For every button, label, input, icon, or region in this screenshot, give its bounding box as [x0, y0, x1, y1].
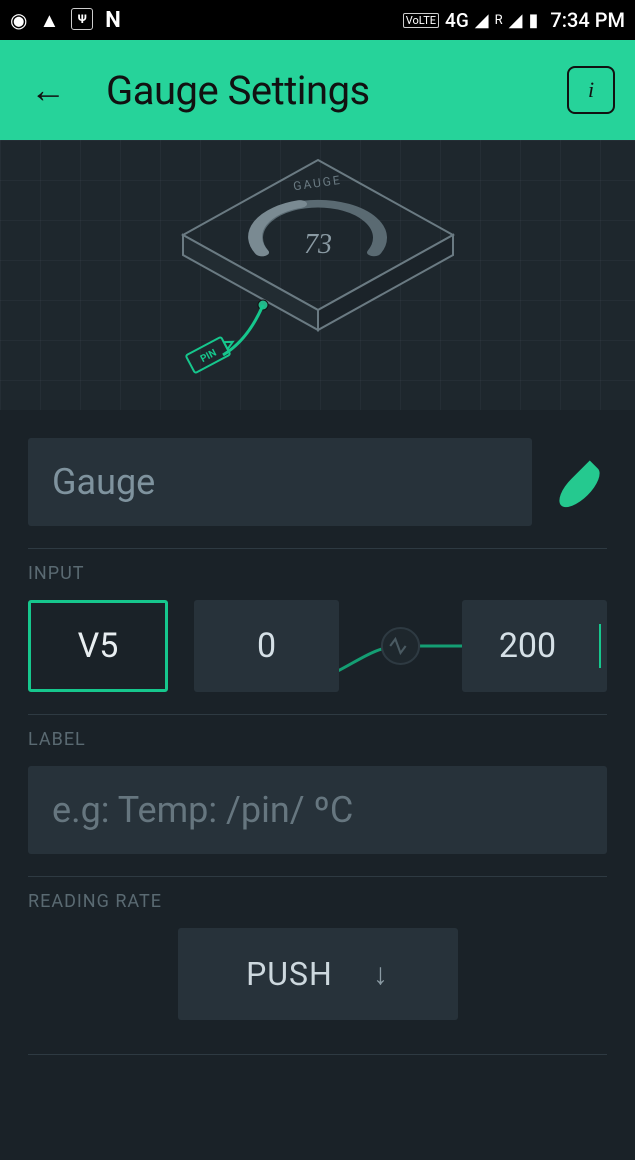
widget-name-input[interactable]	[28, 438, 532, 526]
n-icon: N	[105, 8, 121, 33]
settings-form: INPUT V5 LABEL READING RATE PUSH ↓	[0, 410, 635, 1055]
network-label: 4G	[445, 9, 469, 32]
page-title: Gauge Settings	[106, 67, 370, 114]
color-picker[interactable]	[553, 460, 606, 513]
signal-icon: ◢	[475, 10, 489, 31]
gauge-preview-illustration: 73 GAUGE PIN	[153, 145, 483, 405]
clock: 7:34 PM	[550, 8, 625, 32]
jio-icon: ◉	[10, 8, 27, 33]
divider	[28, 714, 607, 715]
volte-icon: VoLTE	[403, 13, 439, 28]
range-min-input[interactable]	[194, 600, 339, 692]
status-left: ◉ ▲ Ψ N	[10, 8, 121, 33]
reading-rate-value: PUSH	[246, 955, 333, 993]
widget-preview: 73 GAUGE PIN	[0, 140, 635, 410]
info-button[interactable]: i	[567, 66, 615, 114]
battery-icon: ▮	[528, 10, 538, 31]
preview-value: 73	[304, 229, 332, 260]
app-bar: ← Gauge Settings i	[0, 40, 635, 140]
section-label-reading-rate: READING RATE	[28, 891, 607, 912]
usb-icon: Ψ	[71, 8, 93, 30]
text-caret	[599, 624, 601, 668]
status-bar: ◉ ▲ Ψ N VoLTE 4G ◢ R ◢ ▮ 7:34 PM	[0, 0, 635, 40]
reading-rate-select[interactable]: PUSH ↓	[178, 928, 458, 1020]
pin-value: V5	[78, 626, 119, 666]
divider	[28, 548, 607, 549]
divider	[28, 876, 607, 877]
range-inputs	[194, 600, 607, 692]
status-right: VoLTE 4G ◢ R ◢ ▮ 7:34 PM	[403, 8, 625, 32]
section-label-label: LABEL	[28, 729, 607, 750]
image-icon: ▲	[39, 8, 59, 33]
preview-label: GAUGE	[292, 173, 342, 194]
back-button[interactable]: ←	[20, 62, 76, 118]
range-max-input[interactable]	[462, 600, 607, 692]
pin-select[interactable]: V5	[28, 600, 168, 692]
chevron-down-icon: ↓	[373, 957, 389, 992]
signal-icon-2: ◢	[509, 10, 523, 31]
section-label-input: INPUT	[28, 563, 607, 584]
roaming-label: R	[495, 13, 503, 28]
label-input[interactable]	[28, 766, 607, 854]
divider	[28, 1054, 607, 1055]
